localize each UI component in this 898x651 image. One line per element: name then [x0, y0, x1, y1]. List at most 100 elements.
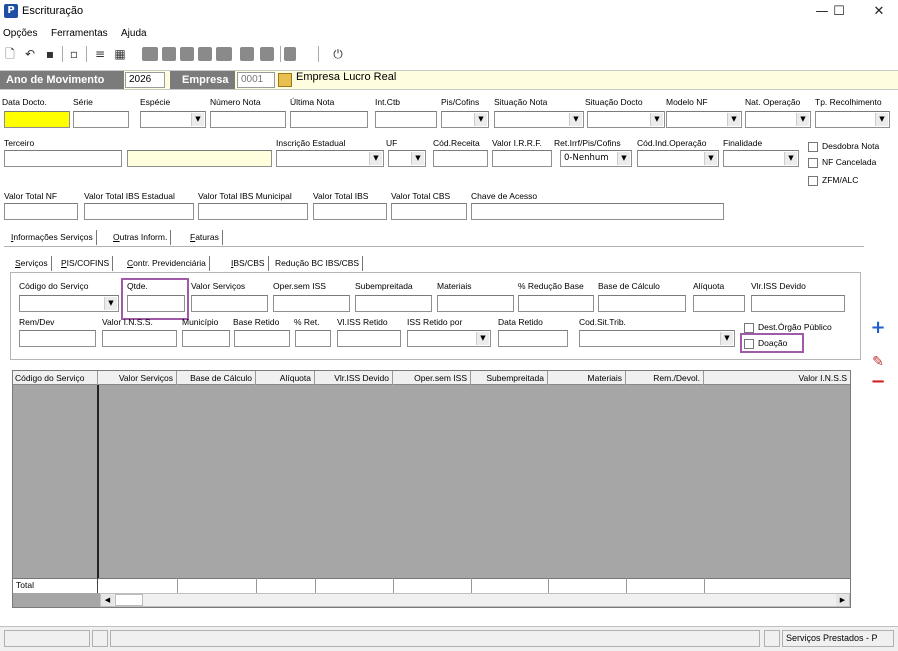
tab-contr-previdenciaria[interactable]: Contr. Previdenciária [124, 256, 210, 271]
ano-input[interactable]: 2026 [125, 72, 165, 88]
chevron-down-icon[interactable]: ▼ [411, 152, 424, 165]
doacao-checkbox[interactable] [744, 339, 754, 349]
serie-input[interactable] [73, 111, 129, 128]
tab-servicos[interactable]: Serviços [12, 256, 52, 271]
subempreitada-input[interactable] [355, 295, 432, 312]
vl-iss-retido-input[interactable] [337, 330, 401, 347]
tree-icon[interactable]: ≡ [92, 46, 108, 62]
terceiro-code-input[interactable] [4, 150, 122, 167]
situacao-docto-select[interactable]: ▼ [587, 111, 665, 128]
oper-sem-iss-input[interactable] [273, 295, 350, 312]
ultima-nota-input[interactable] [290, 111, 368, 128]
dest-orgao-publico-checkbox[interactable] [744, 323, 754, 333]
valor-total-ibs-estadual-input[interactable] [84, 203, 194, 220]
data-retido-input[interactable] [498, 330, 568, 347]
chevron-down-icon[interactable]: ▼ [727, 113, 740, 126]
finalidade-select[interactable]: ▼ [723, 150, 799, 167]
rem-dev-input[interactable] [19, 330, 96, 347]
edit-icon[interactable]: ✎ [868, 352, 888, 372]
nat-operacao-select[interactable]: ▼ [745, 111, 811, 128]
add-icon[interactable]: + [868, 318, 888, 338]
materiais-input[interactable] [437, 295, 514, 312]
chevron-down-icon[interactable]: ▼ [474, 113, 487, 126]
chevron-down-icon[interactable]: ▼ [720, 332, 733, 345]
chevron-down-icon[interactable]: ▼ [784, 152, 797, 165]
base-calculo-input[interactable] [598, 295, 686, 312]
remove-icon[interactable]: − [868, 372, 888, 392]
menu-opcoes[interactable]: Opções [3, 28, 37, 39]
numero-nota-input[interactable] [210, 111, 286, 128]
desdobra-nota-checkbox[interactable] [808, 142, 818, 152]
open-folder-icon[interactable] [278, 73, 292, 87]
valor-total-ibs-input[interactable] [313, 203, 387, 220]
tab-informacoes-servicos[interactable]: Informações Serviços [8, 230, 97, 245]
tab-ibs-cbs[interactable]: IBS/CBS [228, 256, 269, 271]
especie-select[interactable]: ▼ [140, 111, 206, 128]
chevron-down-icon[interactable]: ▼ [796, 113, 809, 126]
chevron-down-icon[interactable]: ▼ [650, 113, 663, 126]
scroll-thumb[interactable] [115, 594, 143, 606]
cod-sit-trib-select[interactable]: ▼ [579, 330, 735, 347]
terceiro-name-input[interactable] [127, 150, 272, 167]
iss-retido-por-select[interactable]: ▼ [407, 330, 491, 347]
grid-horizontal-scrollbar[interactable] [100, 593, 850, 607]
base-retido-input[interactable] [234, 330, 290, 347]
scroll-left-icon[interactable]: ◀ [101, 594, 114, 606]
vlr-iss-devido-input[interactable] [751, 295, 845, 312]
maximize-button[interactable]: ☐ [824, 2, 854, 22]
situacao-nota-select[interactable]: ▼ [494, 111, 584, 128]
modelo-nf-label: Modelo NF [666, 97, 708, 107]
preview-icon[interactable]: ▫ [66, 46, 82, 62]
tab-pis-cofins[interactable]: PIS/COFINS [58, 256, 114, 271]
chevron-down-icon[interactable]: ▼ [369, 152, 382, 165]
valor-total-cbs-input[interactable] [391, 203, 467, 220]
exit-icon[interactable]: ⏻ [330, 46, 346, 62]
menu-ajuda[interactable]: Ajuda [121, 28, 147, 39]
valor-total-nf-input[interactable] [4, 203, 78, 220]
pct-ret-input[interactable] [295, 330, 331, 347]
inscricao-estadual-select[interactable]: ▼ [276, 150, 384, 167]
ret-irrf-select[interactable]: 0-Nenhum ▼ [560, 150, 632, 167]
nf-cancelada-checkbox[interactable] [808, 158, 818, 168]
cod-receita-input[interactable] [433, 150, 488, 167]
int-ctb-input[interactable] [375, 111, 437, 128]
chevron-down-icon[interactable]: ▼ [191, 113, 204, 126]
tab-outras-inform[interactable]: Outras Inform. [110, 230, 172, 245]
pis-cofins-select[interactable]: ▼ [441, 111, 489, 128]
chevron-down-icon[interactable]: ▼ [704, 152, 717, 165]
chevron-down-icon[interactable]: ▼ [875, 113, 888, 126]
chevron-down-icon[interactable]: ▼ [569, 113, 582, 126]
chave-acesso-input[interactable] [471, 203, 724, 220]
calculator-icon[interactable]: ▦ [112, 46, 128, 62]
scroll-right-icon[interactable]: ▶ [836, 594, 849, 606]
modelo-nf-select[interactable]: ▼ [666, 111, 742, 128]
valor-irrf-input[interactable] [492, 150, 552, 167]
tp-recolhimento-select[interactable]: ▼ [815, 111, 890, 128]
uf-select[interactable]: ▼ [388, 150, 426, 167]
zfm-alc-checkbox[interactable] [808, 176, 818, 186]
tab-reducao-bc[interactable]: Redução BC IBS/CBS [272, 256, 364, 271]
cod-servico-select[interactable]: ▼ [19, 295, 119, 312]
services-grid[interactable] [12, 370, 851, 608]
menu-ferramentas[interactable]: Ferramentas [51, 28, 108, 39]
cod-ind-operacao-select[interactable]: ▼ [637, 150, 719, 167]
valor-servicos-input[interactable] [191, 295, 268, 312]
aliquota-input[interactable] [693, 295, 745, 312]
valor-inss-input[interactable] [102, 330, 177, 347]
disabled-tool-icon [260, 47, 274, 61]
data-docto-input[interactable] [4, 111, 70, 128]
empresa-code-input[interactable]: 0001 [237, 72, 275, 88]
qtde-input[interactable] [127, 295, 185, 312]
valor-total-ibs-municipal-input[interactable] [198, 203, 308, 220]
undo-icon[interactable]: ↶ [22, 46, 38, 62]
chevron-down-icon[interactable]: ▼ [617, 152, 630, 165]
chevron-down-icon[interactable]: ▼ [104, 297, 117, 310]
save-icon[interactable]: ▪ [42, 46, 58, 62]
chave-acesso-label: Chave de Acesso [471, 191, 538, 201]
municipio-input[interactable] [182, 330, 230, 347]
chevron-down-icon[interactable]: ▼ [476, 332, 489, 345]
pct-reducao-base-input[interactable] [518, 295, 594, 312]
tab-faturas[interactable]: Faturas [187, 230, 223, 245]
new-icon[interactable]: 🗋 [2, 46, 18, 62]
close-button[interactable]: ✕ [864, 2, 894, 22]
